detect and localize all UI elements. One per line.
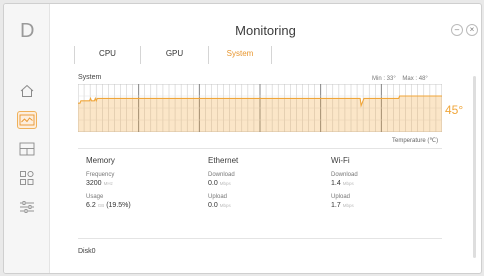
close-button[interactable]: × [466,24,478,36]
sidebar-item-layout[interactable] [17,140,37,158]
tab-gpu[interactable]: GPU [140,46,208,64]
ethernet-download-label: Download [208,172,235,178]
memory-frequency-value: 3200 MHz [86,180,113,187]
temperature-axis-label: Temperature (℃) [392,138,439,144]
tab-bar: CPU GPU System [74,46,272,64]
memory-frequency-label: Frequency [86,172,115,178]
temperature-min-max: Min : 33° Max : 48° [372,76,428,82]
temperature-area [78,96,442,132]
apps-icon [20,170,34,185]
wifi-title: Wi-Fi [331,156,350,165]
temperature-min: Min : 33° [372,76,396,82]
scrollbar[interactable] [473,76,476,258]
close-icon: × [469,25,475,34]
ethernet-download-value: 0.0 Mbps [208,180,231,187]
divider [78,238,442,239]
tab-cpu[interactable]: CPU [74,46,140,64]
monitoring-icon [19,114,35,126]
sidebar: D [4,4,50,273]
ethernet-panel: Ethernet Download 0.0 Mbps Upload 0.0 Mbps [208,156,328,209]
memory-usage-label: Usage [86,194,104,200]
app-logo-icon: D [20,20,34,41]
ethernet-upload-value: 0.0 Mbps [208,202,231,209]
minimize-button[interactable]: – [451,24,463,36]
ethernet-upload-label: Upload [208,194,228,200]
home-icon [20,84,34,97]
memory-title: Memory [86,156,115,165]
wifi-download-value: 1.4 Mbps [331,180,354,187]
svg-text:D: D [20,20,34,41]
disk-title: Disk0 [78,248,96,255]
sidebar-item-settings[interactable] [17,198,37,216]
minimize-icon: – [454,25,460,34]
sidebar-item-apps[interactable] [17,169,37,187]
ethernet-title: Ethernet [208,156,239,165]
divider [78,148,442,149]
wifi-upload-label: Upload [331,194,351,200]
app-window: D Monitoring – × CPU GPU System System M… [3,3,482,274]
current-temperature: 45° [445,103,464,117]
tab-system[interactable]: System [208,46,272,64]
sidebar-item-monitoring[interactable] [17,111,37,129]
wifi-panel: Wi-Fi Download 1.4 Mbps Upload 1.7 Mbps [331,156,451,209]
temperature-max: Max : 48° [402,76,428,82]
page-title: Monitoring [235,23,296,38]
sidebar-item-home[interactable] [17,82,37,100]
wifi-upload-value: 1.7 Mbps [331,202,354,209]
system-chart-label: System [78,74,102,81]
settings-icon [20,201,34,213]
main-panel: Monitoring – × CPU GPU System System Min… [50,4,481,273]
wifi-download-label: Download [331,172,358,178]
memory-usage-value: 6.2 GB (19.5%) [86,202,131,209]
temperature-chart [78,84,442,132]
layout-icon [19,142,35,156]
memory-panel: Memory Frequency 3200 MHz Usage 6.2 GB (19… [86,156,206,209]
